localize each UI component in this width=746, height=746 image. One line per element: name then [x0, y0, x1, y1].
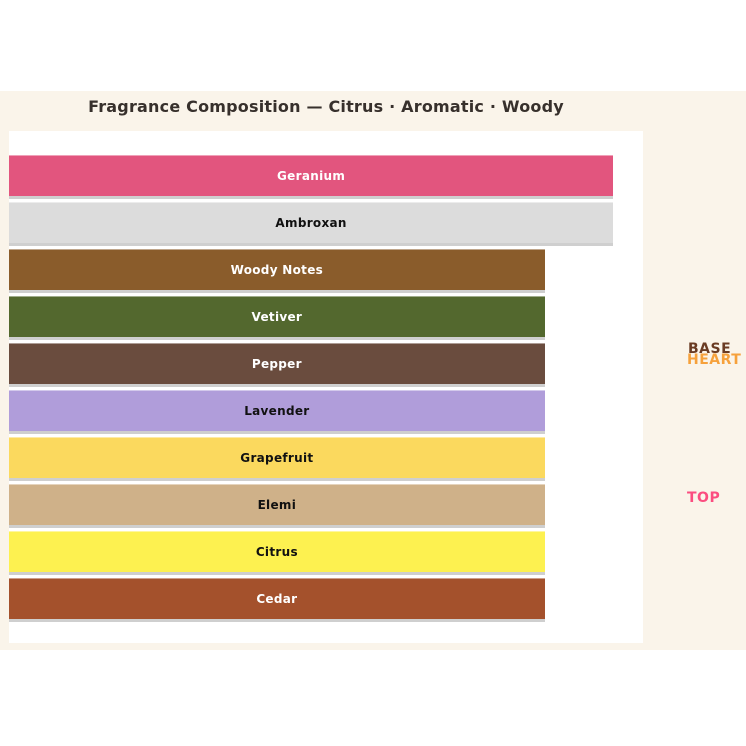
- bar-vetiver: Vetiver: [9, 296, 545, 337]
- bar-label: Cedar: [256, 592, 297, 606]
- bar-label: Elemi: [258, 498, 297, 512]
- bar-label: Geranium: [277, 169, 345, 183]
- bar-label: Vetiver: [252, 310, 303, 324]
- bar-elemi: Elemi: [9, 484, 545, 525]
- bar-grapefruit: Grapefruit: [9, 437, 545, 478]
- figure-background: Fragrance Composition — Citrus · Aromati…: [0, 91, 746, 650]
- bar-label: Pepper: [252, 357, 302, 371]
- bar-cedar: Cedar: [9, 578, 545, 619]
- bar-lavender: Lavender: [9, 390, 545, 431]
- bar-group: Geranium Ambroxan Woody Notes Vetiver Pe…: [9, 155, 643, 625]
- bar-label: Grapefruit: [240, 451, 313, 465]
- bar-label: Lavender: [244, 404, 309, 418]
- phase-label-top: TOP: [687, 492, 720, 504]
- bar-label: Ambroxan: [275, 216, 346, 230]
- bar-ambroxan: Ambroxan: [9, 202, 613, 243]
- bar-pepper: Pepper: [9, 343, 545, 384]
- bar-citrus: Citrus: [9, 531, 545, 572]
- bar-label: Woody Notes: [231, 263, 324, 277]
- bar-woody-notes: Woody Notes: [9, 249, 545, 290]
- phase-label-heart: HEART: [687, 354, 741, 366]
- bar-geranium: Geranium: [9, 155, 613, 196]
- plot-area: Geranium Ambroxan Woody Notes Vetiver Pe…: [9, 131, 643, 643]
- chart-title: Fragrance Composition — Citrus · Aromati…: [0, 97, 652, 116]
- bar-label: Citrus: [256, 545, 298, 559]
